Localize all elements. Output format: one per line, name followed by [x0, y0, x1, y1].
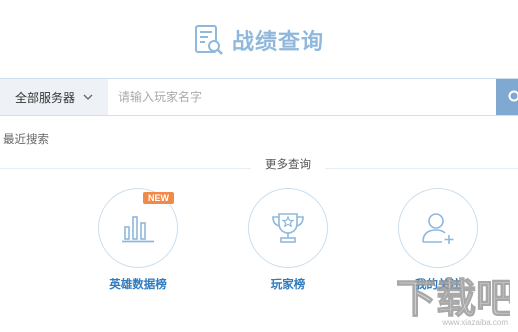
bar-chart-icon — [122, 216, 154, 243]
search-bar: 全部服务器 — [0, 78, 518, 116]
player-ranking-button[interactable]: 玩家榜 — [248, 188, 328, 292]
search-button[interactable] — [496, 79, 518, 115]
watermark-url: www.xiazaiba.com — [442, 318, 508, 327]
trophy-icon — [272, 213, 304, 243]
page-title: 战绩查询 — [231, 30, 324, 55]
chevron-down-icon — [83, 94, 93, 100]
watermark-text: 下载吧 — [396, 276, 510, 322]
player-ranking-circle — [248, 188, 328, 268]
player-ranking-label: 玩家榜 — [270, 277, 306, 291]
new-badge: NEW — [143, 192, 174, 204]
search-icon — [508, 90, 518, 102]
my-follows-circle — [398, 188, 478, 268]
hero-data-circle: NEW — [98, 188, 178, 268]
more-queries-label: 更多查询 — [251, 156, 325, 172]
server-select-label: 全部服务器 — [15, 90, 76, 105]
player-name-input[interactable] — [108, 79, 496, 115]
report-search-icon — [194, 25, 223, 55]
hero-data-ranking-button[interactable]: NEW 英雄数据榜 — [98, 188, 178, 292]
server-select[interactable]: 全部服务器 — [0, 79, 108, 115]
hero-data-ranking-label: 英雄数据榜 — [109, 277, 167, 291]
page-header: 战绩查询 — [0, 24, 518, 56]
user-add-icon — [422, 213, 454, 244]
recent-searches-label: 最近搜索 — [3, 132, 49, 146]
